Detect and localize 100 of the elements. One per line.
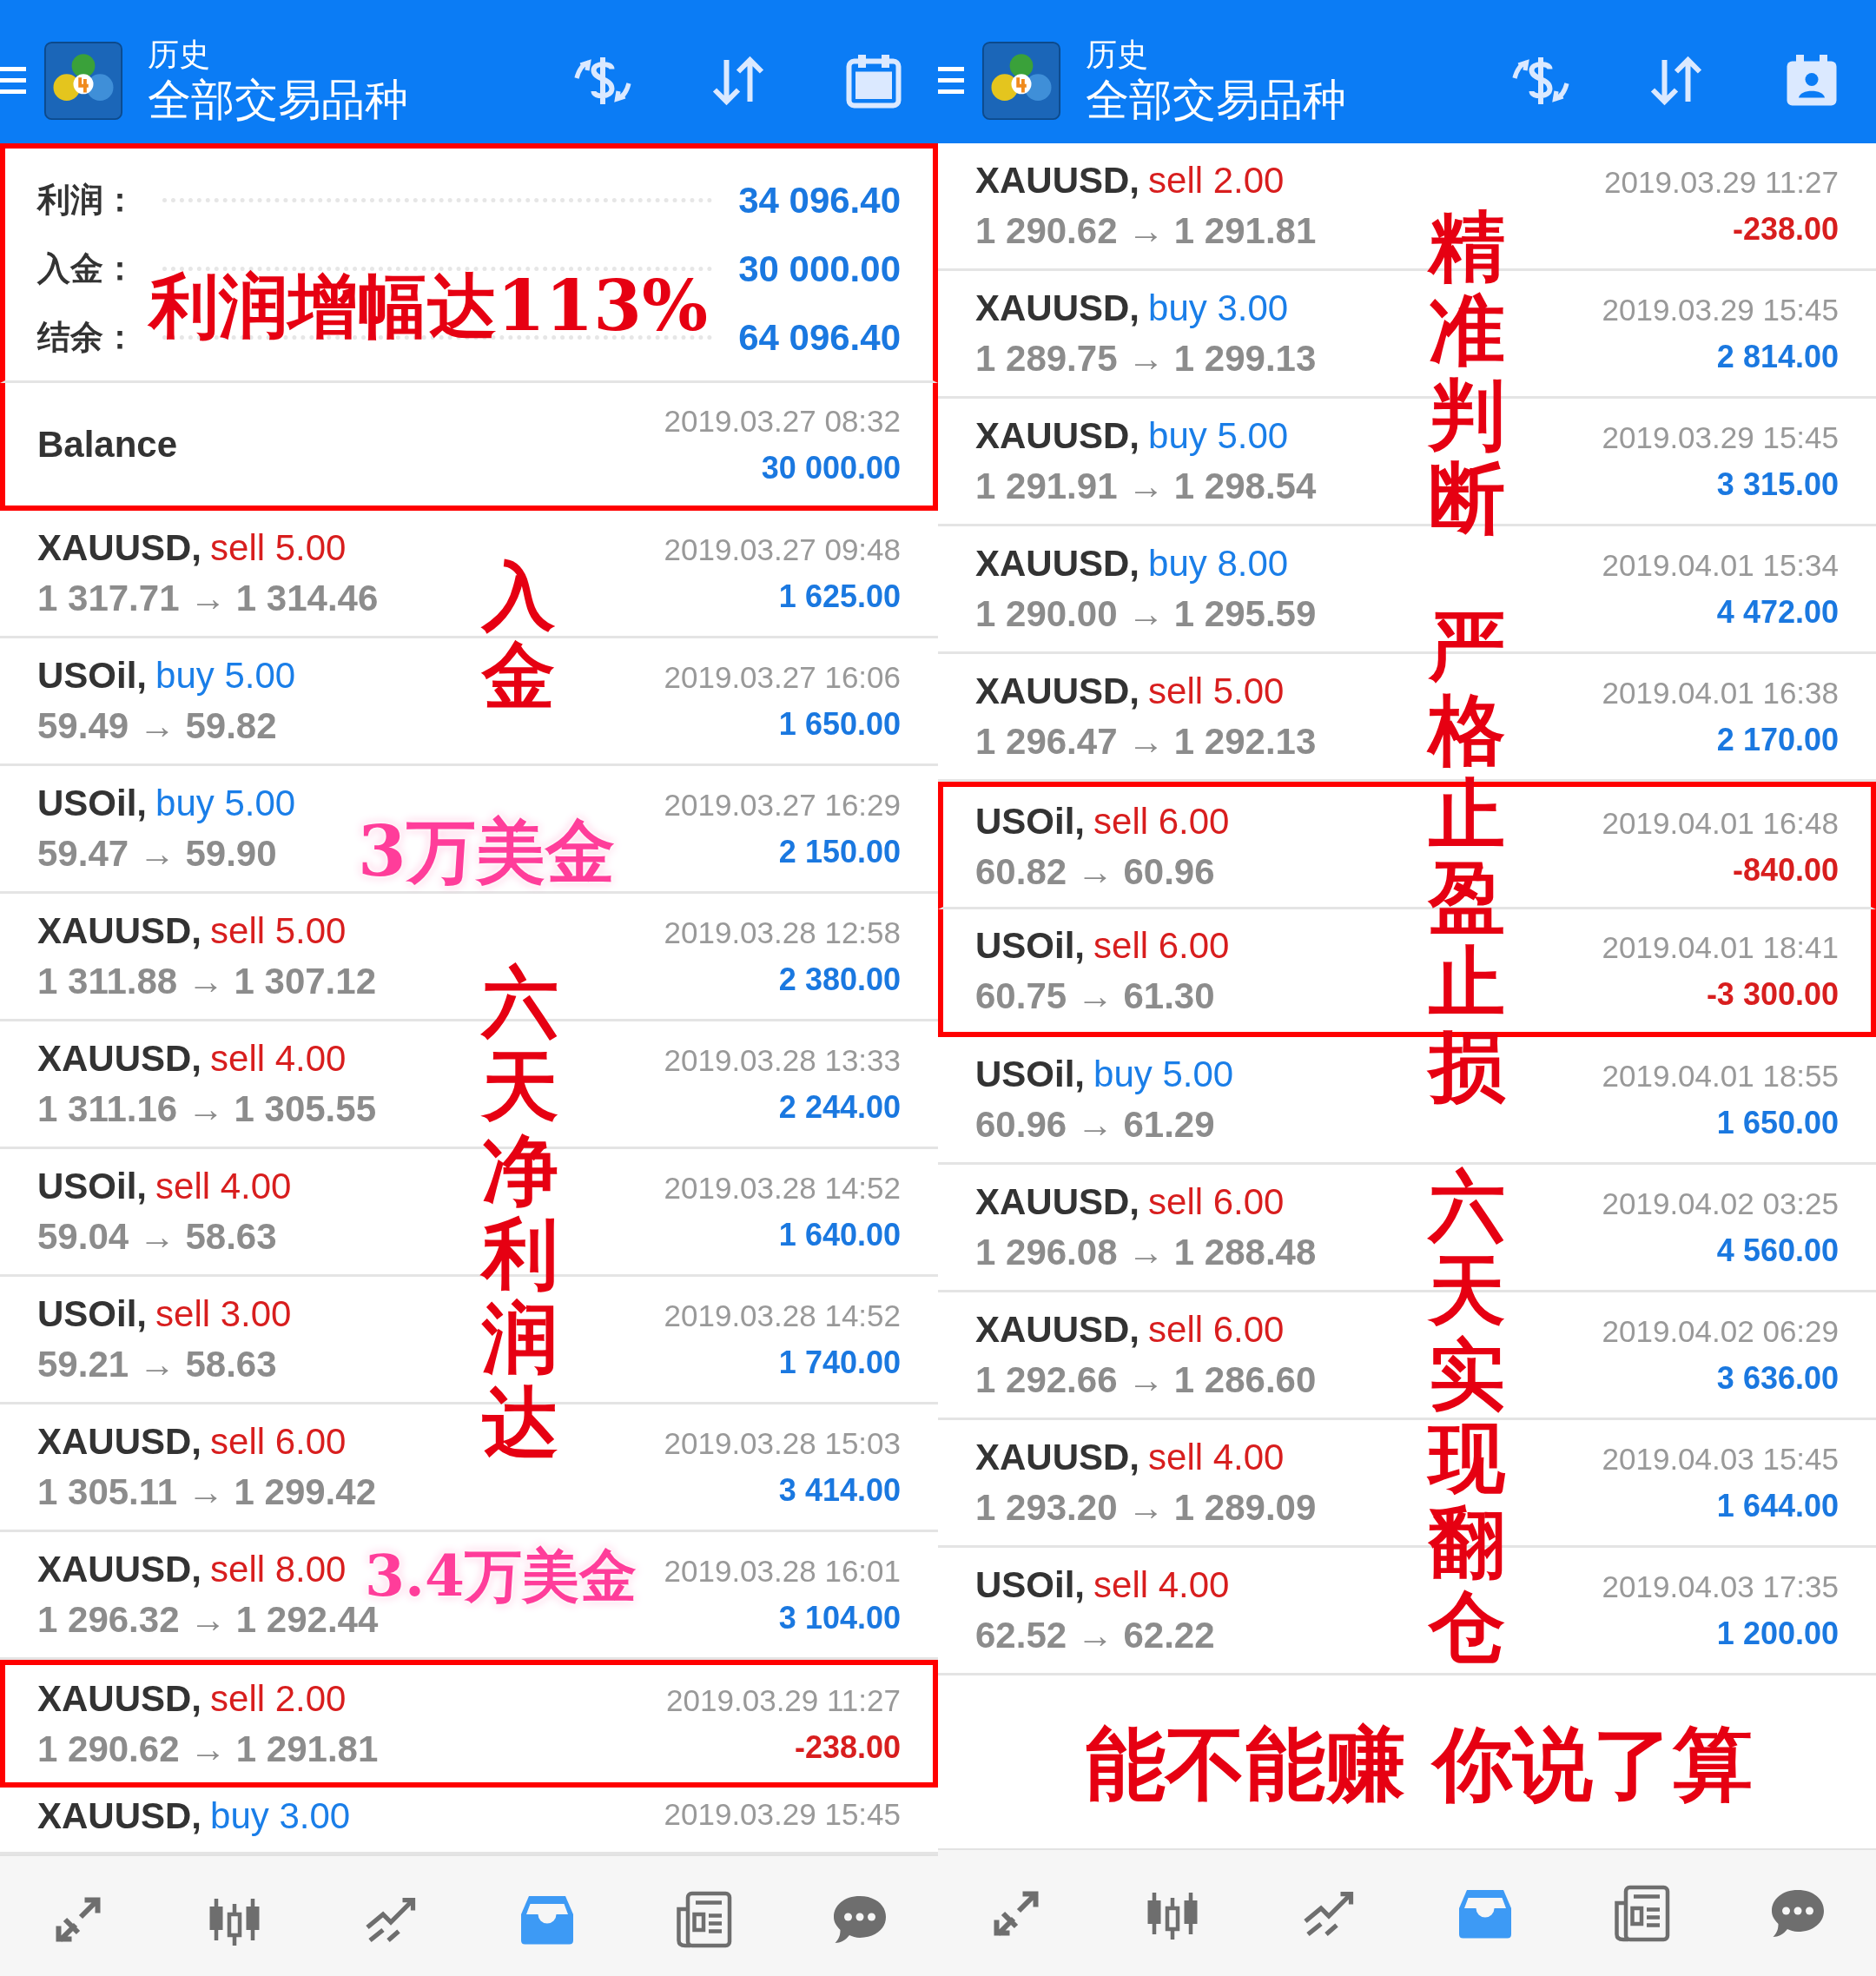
order-text: sell 6.00 bbox=[210, 1421, 347, 1462]
date-text: 2019.04.02 03:25 bbox=[1602, 1186, 1839, 1222]
date-text: 2019.03.27 16:29 bbox=[664, 787, 901, 823]
summary-value: 34 096.40 bbox=[738, 179, 901, 221]
order-text: buy 3.00 bbox=[210, 1795, 351, 1836]
date-text: 2019.03.28 12:58 bbox=[664, 915, 901, 951]
profit-text: -840.00 bbox=[1732, 851, 1839, 889]
profit-text: 1 740.00 bbox=[778, 1344, 901, 1382]
symbol-text: XAUUSD, bbox=[37, 1038, 202, 1079]
date-text: 2019.03.29 15:45 bbox=[664, 1796, 901, 1833]
profit-text: -238.00 bbox=[1732, 210, 1839, 248]
order-text: buy 5.00 bbox=[1093, 1054, 1234, 1094]
order-text: sell 4.00 bbox=[1148, 1437, 1285, 1477]
profit-text: 3 636.00 bbox=[1716, 1359, 1839, 1398]
order-text: sell 5.00 bbox=[1148, 671, 1285, 711]
symbol-text: XAUUSD, bbox=[975, 1437, 1140, 1477]
date-text: 2019.03.28 16:01 bbox=[664, 1553, 901, 1589]
symbol-text: XAUUSD, bbox=[975, 160, 1140, 201]
order-text: sell 5.00 bbox=[210, 910, 347, 951]
annotation-text: 利润增幅达113% bbox=[149, 264, 708, 348]
date-text: 2019.03.28 14:52 bbox=[664, 1298, 901, 1334]
price-text: 1 290.62 → 1 291.81 bbox=[37, 1727, 379, 1771]
symbol-text: XAUUSD, bbox=[975, 287, 1140, 328]
profit-text: 1 650.00 bbox=[1716, 1104, 1839, 1142]
symbol-text: USOil, bbox=[37, 1166, 148, 1206]
date-text: 2019.04.01 16:48 bbox=[1602, 805, 1839, 842]
symbol-text: XAUUSD, bbox=[37, 527, 202, 568]
price-text: 1 305.11 → 1 299.42 bbox=[37, 1470, 376, 1514]
date-text: 2019.03.28 13:33 bbox=[664, 1042, 901, 1079]
price-text: 1 296.08 → 1 288.48 bbox=[975, 1231, 1317, 1274]
price-text: 1 317.71 → 1 314.46 bbox=[37, 577, 379, 620]
date-text: 2019.03.29 11:27 bbox=[666, 1682, 901, 1719]
date-text: 2019.03.29 15:45 bbox=[1602, 292, 1839, 328]
order-text: sell 6.00 bbox=[1093, 924, 1230, 966]
profit-text: 4 472.00 bbox=[1716, 593, 1839, 631]
profit-text: 1 650.00 bbox=[778, 705, 901, 743]
date-text: 2019.03.27 16:06 bbox=[664, 659, 901, 696]
order-text: buy 5.00 bbox=[1148, 415, 1289, 456]
order-text: sell 6.00 bbox=[1148, 1309, 1285, 1350]
price-text: 1 311.88 → 1 307.12 bbox=[37, 960, 376, 1003]
profit-text: 1 625.00 bbox=[778, 578, 901, 616]
balance-label: Balance bbox=[37, 423, 178, 466]
symbol-text: USOil, bbox=[975, 1054, 1086, 1094]
summary-label: 利润： bbox=[37, 181, 136, 220]
symbol-text: XAUUSD, bbox=[975, 543, 1140, 584]
symbol-text: XAUUSD, bbox=[37, 910, 202, 951]
order-text: buy 5.00 bbox=[155, 655, 296, 696]
profit-text: 2 380.00 bbox=[778, 961, 901, 999]
date-text: 2019.03.27 08:32 bbox=[664, 402, 901, 439]
date-text: 2019.04.02 06:29 bbox=[1602, 1313, 1839, 1350]
symbol-text: XAUUSD, bbox=[975, 1181, 1140, 1222]
summary-label: 入金： bbox=[37, 249, 136, 288]
symbol-text: XAUUSD, bbox=[37, 1795, 202, 1836]
order-text: sell 4.00 bbox=[155, 1166, 292, 1206]
symbol-filter: 全部交易品种 bbox=[148, 74, 409, 126]
profit-text: -3 300.00 bbox=[1706, 975, 1839, 1014]
price-text: 60.75 → 61.30 bbox=[975, 974, 1216, 1018]
symbol-text: USOil, bbox=[37, 655, 148, 696]
symbol-text: XAUUSD, bbox=[37, 1677, 202, 1719]
date-text: 2019.04.01 18:55 bbox=[1602, 1058, 1839, 1094]
price-text: 1 293.20 → 1 289.09 bbox=[975, 1486, 1317, 1530]
date-text: 2019.04.03 17:35 bbox=[1602, 1569, 1839, 1605]
amount-text: 30 000.00 bbox=[761, 448, 901, 487]
date-text: 2019.04.01 18:41 bbox=[1602, 929, 1839, 966]
profit-text: 1 200.00 bbox=[1716, 1615, 1839, 1653]
symbol-text: XAUUSD, bbox=[975, 671, 1140, 711]
app-logo-icon bbox=[43, 40, 123, 121]
price-text: 59.49 → 59.82 bbox=[37, 704, 278, 748]
order-text: sell 4.00 bbox=[1093, 1564, 1230, 1605]
screen-title: 历史 bbox=[1086, 35, 1149, 74]
price-text: 59.47 → 59.90 bbox=[37, 832, 278, 876]
price-text: 1 292.66 → 1 286.60 bbox=[975, 1358, 1317, 1402]
price-text: 60.82 → 60.96 bbox=[975, 850, 1216, 894]
price-text: 1 289.75 → 1 299.13 bbox=[975, 337, 1317, 380]
order-text: sell 2.00 bbox=[1148, 160, 1285, 201]
symbol-text: XAUUSD, bbox=[37, 1549, 202, 1589]
date-text: 2019.04.03 15:45 bbox=[1602, 1441, 1839, 1477]
symbol-text: USOil, bbox=[975, 1564, 1086, 1605]
symbol-text: XAUUSD, bbox=[975, 415, 1140, 456]
annotation-text: 精准判断 bbox=[1429, 204, 1505, 541]
profit-text: 3 104.00 bbox=[778, 1599, 901, 1637]
symbol-text: XAUUSD, bbox=[975, 1309, 1140, 1350]
symbol-text: XAUUSD, bbox=[37, 1421, 202, 1462]
price-text: 59.04 → 58.63 bbox=[37, 1215, 278, 1259]
date-text: 2019.03.27 09:48 bbox=[664, 532, 901, 568]
order-text: buy 8.00 bbox=[1148, 543, 1289, 584]
date-text: 2019.03.29 15:45 bbox=[1602, 420, 1839, 456]
summary-value: 30 000.00 bbox=[738, 248, 901, 290]
annotation-text: 3万美金 bbox=[358, 810, 615, 894]
price-text: 1 290.00 → 1 295.59 bbox=[975, 592, 1317, 636]
price-text: 1 296.47 → 1 292.13 bbox=[975, 720, 1317, 763]
date-text: 2019.03.28 15:03 bbox=[664, 1425, 901, 1462]
profit-text: 2 244.00 bbox=[778, 1088, 901, 1127]
profit-text: -238.00 bbox=[794, 1728, 901, 1767]
annotation-text: 能不能赚 你说了算 bbox=[1086, 1716, 1754, 1813]
app-logo-icon bbox=[981, 40, 1061, 121]
profit-text: 4 560.00 bbox=[1716, 1232, 1839, 1270]
order-text: sell 2.00 bbox=[210, 1677, 347, 1719]
symbol-text: USOil, bbox=[37, 1293, 148, 1334]
date-text: 2019.03.28 14:52 bbox=[664, 1170, 901, 1206]
